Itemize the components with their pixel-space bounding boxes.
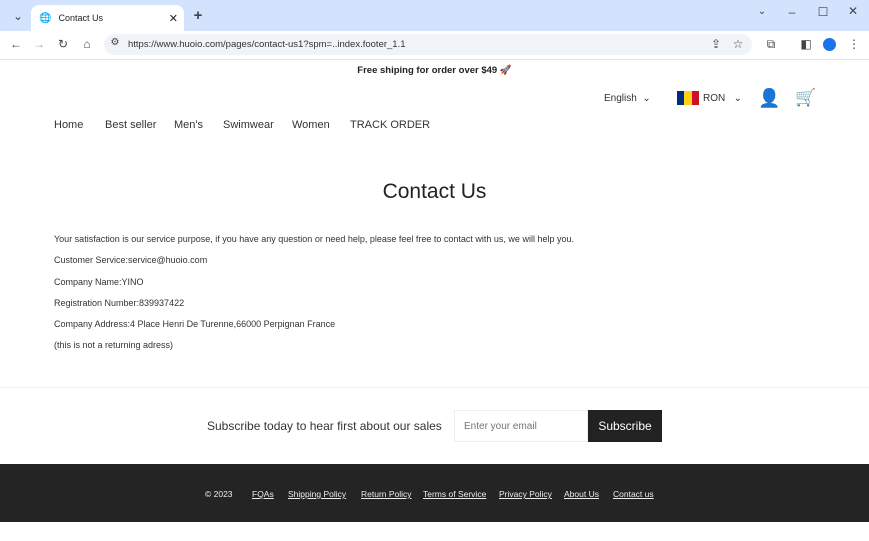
company-name: Company Name:YINO <box>54 277 144 287</box>
nav-best-seller[interactable]: Best seller <box>105 119 156 131</box>
minimize-icon[interactable]: – <box>784 5 800 19</box>
back-icon[interactable]: ← <box>8 37 24 51</box>
tab-menu-icon[interactable]: ⌄ <box>754 6 770 17</box>
footer-link-contact[interactable]: Contact us <box>613 489 654 499</box>
copyright: © 2023 <box>205 489 233 499</box>
footer-link-about[interactable]: About Us <box>564 489 599 499</box>
subscribe-button[interactable]: Subscribe <box>588 410 662 442</box>
nav-mens[interactable]: Men's <box>174 119 203 131</box>
rocket-icon: 🚀 <box>499 65 512 76</box>
cart-icon[interactable]: 🛒 <box>795 88 816 108</box>
announcement-bar: Free shiping for order over $49 🚀 <box>357 65 512 76</box>
close-window-icon[interactable]: ✕ <box>845 4 861 18</box>
close-tab-icon[interactable]: ✕ <box>169 12 178 25</box>
address-note: (this is not a returning adress) <box>54 340 174 350</box>
address-bar[interactable]: https://www.huoio.com/pages/contact-us1?… <box>104 34 752 55</box>
browser-tab[interactable]: 🌐 Contact Us ✕ <box>31 5 184 31</box>
company-address: Company Address:4 Place Henri De Turenne… <box>54 319 336 329</box>
globe-icon: 🌐 <box>39 12 52 24</box>
footer-link-terms[interactable]: Terms of Service <box>423 489 486 499</box>
extensions-icon[interactable]: ⧉ <box>763 37 779 52</box>
maximize-icon[interactable]: ☐ <box>815 5 831 19</box>
nav-swimwear[interactable]: Swimwear <box>223 119 274 131</box>
intro-text: Your satisfaction is our service purpose… <box>54 234 574 244</box>
nav-track-order[interactable]: TRACK ORDER <box>350 119 430 131</box>
account-icon[interactable]: 👤 <box>758 88 780 109</box>
tab-title: Contact Us <box>58 13 103 23</box>
share-icon[interactable]: ⇪ <box>708 37 724 51</box>
url-text[interactable]: https://www.huoio.com/pages/contact-us1?… <box>128 39 406 50</box>
side-panel-icon[interactable]: ◧ <box>798 37 814 51</box>
reload-icon[interactable]: ↻ <box>55 37 71 51</box>
language-selector[interactable]: English ⌄ <box>604 93 651 104</box>
bookmark-star-icon[interactable]: ☆ <box>730 37 746 51</box>
nav-home[interactable]: Home <box>54 119 83 131</box>
newsletter-text: Subscribe today to hear first about our … <box>207 419 442 433</box>
registration-number: Registration Number:839937422 <box>54 298 185 308</box>
new-tab-icon[interactable]: + <box>190 7 206 24</box>
profile-avatar[interactable] <box>823 38 836 51</box>
page-title: Contact Us <box>382 180 487 203</box>
email-input[interactable] <box>454 410 588 442</box>
more-menu-icon[interactable]: ⋮ <box>846 37 862 51</box>
tab-search-chevron-icon[interactable]: ⌄ <box>10 9 26 23</box>
nav-women[interactable]: Women <box>292 119 330 131</box>
forward-icon[interactable]: → <box>31 37 47 51</box>
footer-link-return[interactable]: Return Policy <box>361 489 412 499</box>
customer-service: Customer Service:service@huoio.com <box>54 255 208 265</box>
home-icon[interactable]: ⌂ <box>79 37 95 51</box>
footer-link-faqs[interactable]: FQAs <box>252 489 274 499</box>
romania-flag-icon <box>677 91 699 105</box>
footer-link-shipping[interactable]: Shipping Policy <box>288 489 346 499</box>
site-info-icon[interactable]: ⚙ <box>107 37 123 48</box>
currency-selector[interactable]: RON ⌄ <box>703 93 742 104</box>
footer-link-privacy[interactable]: Privacy Policy <box>499 489 552 499</box>
